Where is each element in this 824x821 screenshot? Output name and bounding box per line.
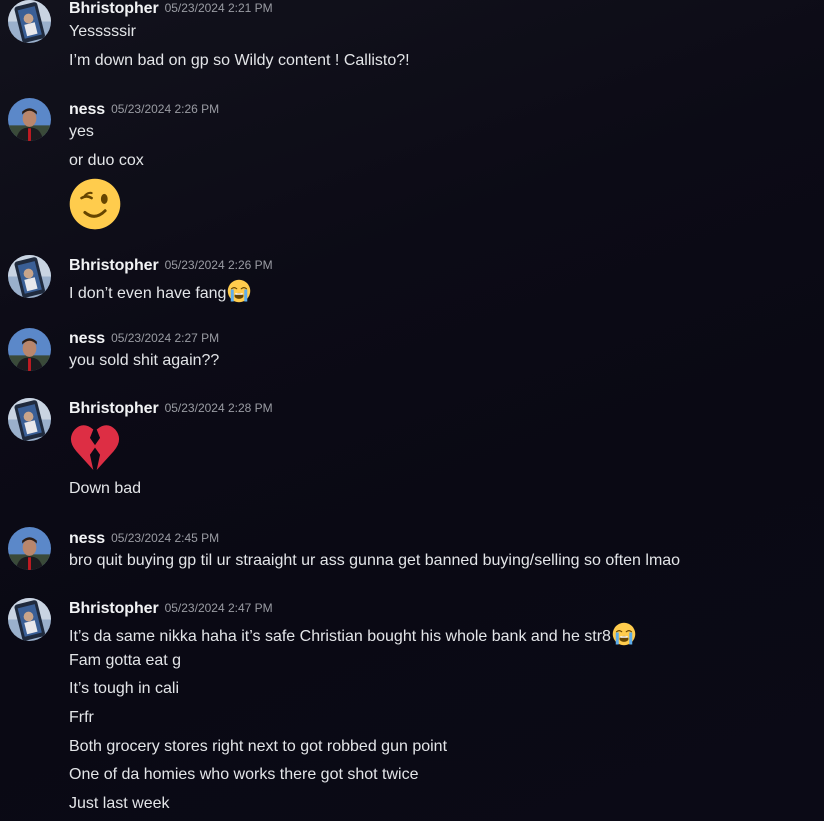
message-line: I don’t even have fang (69, 279, 251, 304)
timestamp[interactable]: 05/23/2024 2:27 PM (111, 331, 219, 345)
broken-heart-emoji[interactable] (68, 421, 122, 475)
timestamp[interactable]: 05/23/2024 2:21 PM (165, 1, 273, 15)
avatar-image (8, 0, 51, 43)
username[interactable]: Bhristopher (69, 0, 159, 17)
message-text: I don’t even have fang (69, 285, 227, 302)
message-text: Fam gotta eat g (69, 652, 182, 669)
timestamp[interactable]: 05/23/2024 2:26 PM (111, 102, 219, 116)
message-line: It’s da same nikka haha it’s safe Christ… (69, 622, 636, 647)
message-list: Bhristopher 05/23/2024 2:21 PM Yesssssir … (0, 0, 824, 821)
message-text: One of da homies who works there got sho… (69, 766, 419, 783)
loudly-crying-face-emoji[interactable] (612, 622, 636, 646)
message-header: ness 05/23/2024 2:27 PM (69, 328, 219, 348)
avatar[interactable] (8, 527, 51, 570)
winking-face-emoji[interactable] (68, 177, 122, 231)
message-text: Both grocery stores right next to got ro… (69, 738, 448, 755)
username[interactable]: ness (69, 530, 105, 547)
avatar[interactable] (8, 0, 51, 43)
message-header: ness 05/23/2024 2:26 PM (69, 99, 219, 119)
username[interactable]: Bhristopher (69, 400, 159, 417)
avatar-image (8, 598, 51, 641)
message-text: or duo cox (69, 152, 144, 169)
avatar[interactable] (8, 98, 51, 141)
avatar-image (8, 255, 51, 298)
username[interactable]: Bhristopher (69, 600, 159, 617)
message-header: ness 05/23/2024 2:45 PM (69, 528, 219, 548)
timestamp[interactable]: 05/23/2024 2:28 PM (165, 401, 273, 415)
message-header: Bhristopher 05/23/2024 2:28 PM (69, 398, 273, 418)
username[interactable]: Bhristopher (69, 257, 159, 274)
avatar-image (8, 328, 51, 371)
avatar[interactable] (8, 598, 51, 641)
message-text: It’s da same nikka haha it’s safe Christ… (69, 628, 611, 645)
loudly-crying-face-emoji[interactable] (227, 279, 251, 303)
message-header: Bhristopher 05/23/2024 2:47 PM (69, 598, 273, 618)
message-text: Yesssssir (69, 23, 136, 40)
timestamp[interactable]: 05/23/2024 2:45 PM (111, 531, 219, 545)
message-text: Down bad (69, 480, 142, 497)
message-header: Bhristopher 05/23/2024 2:26 PM (69, 255, 273, 275)
message-header: Bhristopher 05/23/2024 2:21 PM (69, 0, 273, 18)
username[interactable]: ness (69, 330, 105, 347)
username[interactable]: ness (69, 101, 105, 118)
message-text: you sold shit again?? (69, 352, 220, 369)
message-text: bro quit buying gp til ur straaight ur a… (69, 552, 681, 569)
timestamp[interactable]: 05/23/2024 2:26 PM (165, 258, 273, 272)
message-text: I’m down bad on gp so Wildy content ! Ca… (69, 52, 410, 69)
avatar[interactable] (8, 255, 51, 298)
message-text: yes (69, 123, 94, 140)
avatar[interactable] (8, 328, 51, 371)
avatar-image (8, 527, 51, 570)
avatar[interactable] (8, 398, 51, 441)
avatar-image (8, 398, 51, 441)
message-text: Frfr (69, 709, 94, 726)
message-text: It’s tough in cali (69, 680, 179, 697)
avatar-image (8, 98, 51, 141)
message-text: Just last week (69, 795, 170, 812)
timestamp[interactable]: 05/23/2024 2:47 PM (165, 601, 273, 615)
